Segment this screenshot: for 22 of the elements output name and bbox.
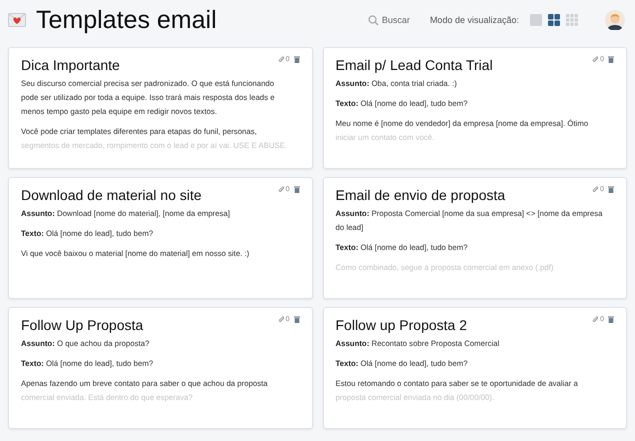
template-title: Follow Up Proposta <box>21 317 144 333</box>
trash-icon[interactable] <box>608 186 614 193</box>
trash-icon[interactable] <box>608 56 614 63</box>
trash-icon[interactable] <box>608 316 614 323</box>
view-mode-option[interactable] <box>547 13 561 27</box>
template-title: Follow up Proposta 2 <box>336 317 468 333</box>
trash-icon[interactable] <box>294 316 300 323</box>
template-title: Dica Importante <box>21 57 120 73</box>
template-card[interactable] <box>322 307 627 429</box>
search-icon <box>368 14 379 26</box>
template-card[interactable] <box>322 177 627 299</box>
view-mode-label: Modo de visualização: <box>430 15 519 25</box>
trash-icon[interactable] <box>294 186 300 193</box>
search-button[interactable]: Buscar <box>368 14 410 26</box>
template-card[interactable] <box>8 47 312 169</box>
template-title: Download de material no site <box>21 187 202 203</box>
page-title: Templates email <box>36 6 217 34</box>
template-title: Email p/ Lead Conta Trial <box>336 57 493 73</box>
trash-icon[interactable] <box>294 56 300 63</box>
template-card[interactable] <box>8 307 312 429</box>
template-title: Email de envio de proposta <box>336 187 506 203</box>
avatar-icon[interactable] <box>605 10 625 30</box>
